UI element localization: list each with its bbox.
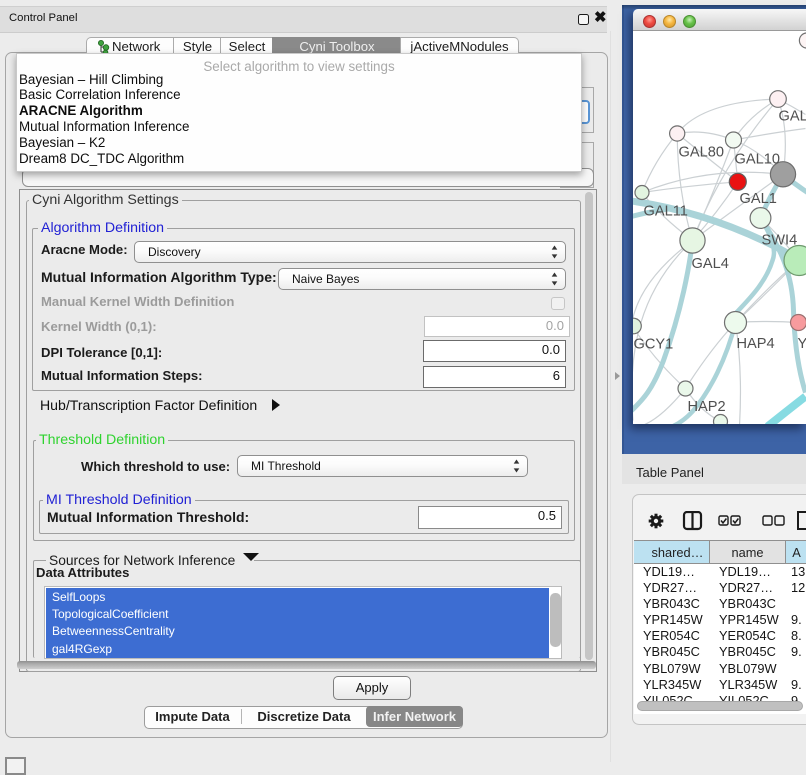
svg-text:GAL4: GAL4 [692,256,729,272]
svg-text:HAP4: HAP4 [737,336,775,352]
svg-text:HAP2: HAP2 [688,399,726,415]
svg-text:GAL1: GAL1 [740,191,777,207]
svg-text:GAL80: GAL80 [679,145,724,161]
svg-text:GAL11: GAL11 [644,204,688,220]
svg-text:YM: YM [798,336,806,352]
svg-text:GAL7: GAL7 [779,109,806,125]
svg-text:GCY1: GCY1 [634,337,674,353]
svg-text:GAL10: GAL10 [735,152,780,168]
svg-text:SWI4: SWI4 [762,233,798,249]
